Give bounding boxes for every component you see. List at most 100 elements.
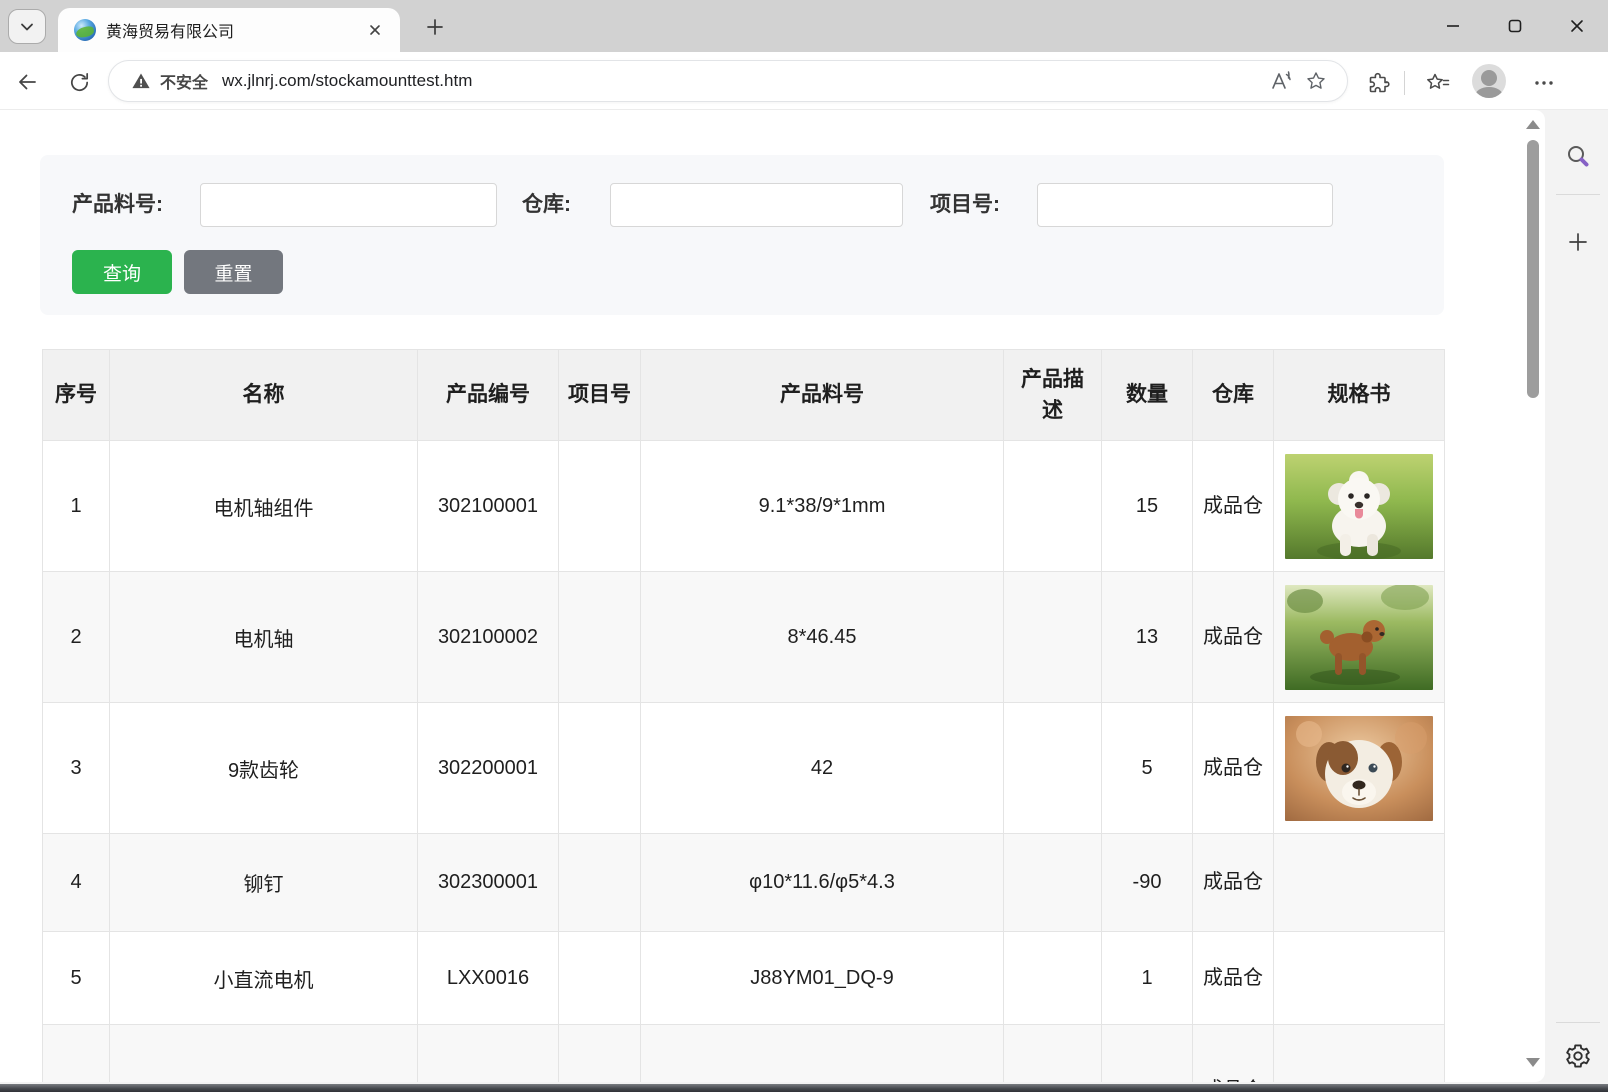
site-favicon-icon <box>74 19 96 41</box>
reset-button[interactable]: 重置 <box>184 250 283 294</box>
cell-name: 小直流电机 <box>110 932 418 1025</box>
tab-search-button[interactable] <box>8 9 46 44</box>
refresh-icon <box>68 71 91 94</box>
query-button[interactable]: 查询 <box>72 250 172 294</box>
close-window-button[interactable] <box>1546 0 1608 52</box>
back-arrow-icon <box>15 70 39 94</box>
refresh-button[interactable] <box>64 68 94 96</box>
cell-quantity: -90 <box>1102 834 1193 932</box>
cell-part-no: φ10*11.6/φ5*4.3 <box>641 834 1004 932</box>
settings-more-button[interactable] <box>1528 69 1560 97</box>
warehouse-input[interactable] <box>610 183 903 227</box>
collections-button[interactable] <box>1422 69 1454 97</box>
cell-project-no <box>559 1025 641 1083</box>
new-tab-button[interactable] <box>418 13 452 41</box>
security-label: 不安全 <box>160 69 208 93</box>
close-icon <box>1569 18 1585 34</box>
cell-part-no: 9.1*38/9*1mm <box>641 441 1004 572</box>
puzzle-piece-icon <box>1366 71 1390 95</box>
url-text[interactable]: wx.jlnrj.com/stockamounttest.htm <box>222 71 1265 91</box>
cell-name <box>110 1025 418 1083</box>
browser-tab-bar: 黄海贸易有限公司 <box>0 0 1608 52</box>
tab-close-icon[interactable] <box>362 17 388 43</box>
header-name: 名称 <box>110 350 418 441</box>
browser-toolbar: 不安全 wx.jlnrj.com/stockamounttest.htm <box>0 52 1608 110</box>
header-spec: 规格书 <box>1274 350 1445 441</box>
header-project-no: 项目号 <box>559 350 641 441</box>
cell-spec <box>1274 703 1445 834</box>
taskbar-edge <box>0 1084 1608 1092</box>
edge-sidebar <box>1548 110 1608 1082</box>
header-part-no: 产品料号 <box>641 350 1004 441</box>
spec-image-puppy-face[interactable] <box>1285 716 1433 821</box>
star-icon <box>1305 70 1327 92</box>
cell-quantity: 13 <box>1102 572 1193 703</box>
cell-name: 电机轴 <box>110 572 418 703</box>
table-row: 2 电机轴 302100002 8*46.45 13 成品仓 <box>43 572 1445 703</box>
favorites-list-icon <box>1425 71 1451 95</box>
scrollbar-down-arrow[interactable] <box>1526 1058 1540 1067</box>
cell-product-no: 302300001 <box>418 834 559 932</box>
cell-quantity: 1 <box>1102 932 1193 1025</box>
avatar-head <box>1481 70 1497 86</box>
sidebar-settings-button[interactable] <box>1562 1040 1594 1072</box>
chevron-down-icon <box>18 18 36 36</box>
profile-avatar[interactable] <box>1472 64 1506 98</box>
header-warehouse: 仓库 <box>1193 350 1274 441</box>
address-bar[interactable]: 不安全 wx.jlnrj.com/stockamounttest.htm <box>108 60 1348 102</box>
avatar-torso <box>1475 87 1503 98</box>
cell-spec <box>1274 441 1445 572</box>
ellipsis-icon <box>1533 72 1555 94</box>
header-seq: 序号 <box>43 350 110 441</box>
sidebar-divider <box>1556 194 1600 195</box>
spec-image-brown-poodle[interactable] <box>1285 585 1433 690</box>
minimize-icon <box>1445 18 1461 34</box>
header-quantity: 数量 <box>1102 350 1193 441</box>
cell-quantity: 5 <box>1102 703 1193 834</box>
cell-project-no <box>559 441 641 572</box>
cell-project-no <box>559 703 641 834</box>
sidebar-add-button[interactable] <box>1562 226 1594 258</box>
read-aloud-icon <box>1270 70 1294 92</box>
cell-project-no <box>559 932 641 1025</box>
sidebar-search-button[interactable] <box>1562 140 1594 172</box>
part-no-label: 产品料号: <box>72 183 163 227</box>
browser-content-area: 产品料号: 仓库: 项目号: 查询 重置 序号 名称 产品编号 项目号 产品料号 <box>0 110 1608 1084</box>
cell-seq: 6 <box>43 1025 110 1083</box>
stock-table: 序号 名称 产品编号 项目号 产品料号 产品描述 数量 仓库 规格书 1 电机轴… <box>42 349 1445 1082</box>
cell-warehouse: 成品仓 <box>1193 703 1274 834</box>
cell-product-no: LXX0016 <box>418 932 559 1025</box>
cell-description <box>1004 441 1102 572</box>
cell-part-no <box>641 1025 1004 1083</box>
cell-spec <box>1274 572 1445 703</box>
cell-quantity <box>1102 1025 1193 1083</box>
favorite-star-button[interactable] <box>1299 66 1333 96</box>
extensions-button[interactable] <box>1362 69 1394 97</box>
cell-part-no: J88YM01_DQ-9 <box>641 932 1004 1025</box>
browser-tab[interactable]: 黄海贸易有限公司 <box>58 8 400 52</box>
cell-name: 电机轴组件 <box>110 441 418 572</box>
maximize-button[interactable] <box>1484 0 1546 52</box>
cell-warehouse: 成品仓 <box>1193 1025 1274 1083</box>
window-controls <box>1422 0 1608 52</box>
cell-warehouse: 成品仓 <box>1193 572 1274 703</box>
part-no-input[interactable] <box>200 183 497 227</box>
cell-description <box>1004 1025 1102 1083</box>
project-no-input[interactable] <box>1037 183 1333 227</box>
minimize-button[interactable] <box>1422 0 1484 52</box>
cell-seq: 1 <box>43 441 110 572</box>
gear-icon <box>1564 1042 1592 1070</box>
table-row: 1 电机轴组件 302100001 9.1*38/9*1mm 15 成品仓 <box>43 441 1445 572</box>
cell-product-no: 302100002 <box>418 572 559 703</box>
read-aloud-button[interactable] <box>1265 66 1299 96</box>
scrollbar-up-arrow[interactable] <box>1526 120 1540 129</box>
cell-description <box>1004 703 1102 834</box>
cell-description <box>1004 834 1102 932</box>
spec-image-white-dog[interactable] <box>1285 454 1433 559</box>
back-button[interactable] <box>12 68 42 96</box>
web-page: 产品料号: 仓库: 项目号: 查询 重置 序号 名称 产品编号 项目号 产品料号 <box>0 110 1545 1082</box>
cell-seq: 4 <box>43 834 110 932</box>
scrollbar-thumb[interactable] <box>1527 140 1539 398</box>
table-row-partial: 6 成品仓 <box>43 1025 1445 1083</box>
toolbar-divider <box>1404 71 1405 95</box>
